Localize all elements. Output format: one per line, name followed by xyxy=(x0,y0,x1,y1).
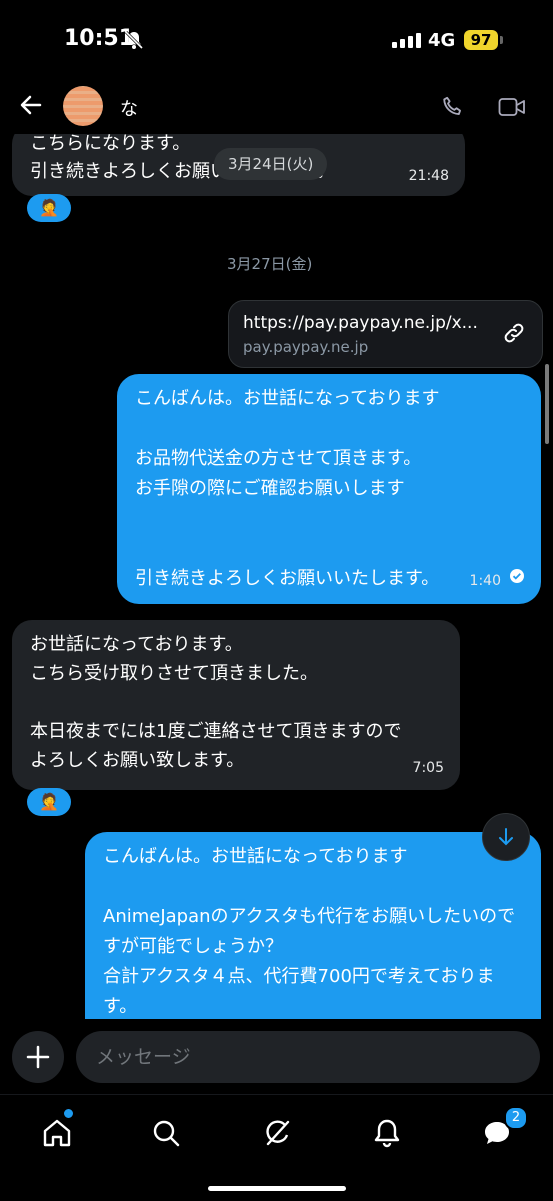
link-icon xyxy=(502,321,526,349)
message-list[interactable]: こちらになります。 引き続きよろしくお願いいたします。 21:48 3月24日(… xyxy=(0,134,553,1019)
chat-header: な xyxy=(0,80,553,134)
mute-bell-icon xyxy=(124,30,144,54)
message-time: 7:05 xyxy=(412,760,444,776)
message-text: こんばんは。お世話になっております AnimeJapanのアクスタも代行をお願い… xyxy=(103,846,516,1017)
reaction-emoji[interactable]: 🤦 xyxy=(27,194,71,222)
date-separator: 3月27日(金) xyxy=(227,255,313,273)
battery-level: 97 xyxy=(464,30,498,50)
add-attachment-button[interactable] xyxy=(12,1031,64,1083)
signal-icon xyxy=(392,33,421,48)
message-time: 21:48 xyxy=(408,168,449,184)
network-type: 4G xyxy=(428,30,456,51)
home-indicator xyxy=(208,1186,346,1191)
status-bar: 10:51 4G 97 xyxy=(0,0,553,80)
outgoing-message[interactable]: こんばんは。お世話になっております お品物代送金の方させて頂きます。 お手隙の際… xyxy=(117,374,541,604)
phone-icon[interactable] xyxy=(440,94,466,124)
message-text: お世話になっております。 こちら受け取りさせて頂きました。 本日夜までには1度ご… xyxy=(30,634,402,771)
link-url: https://pay.paypay.ne.jp/x... xyxy=(243,313,478,333)
avatar[interactable] xyxy=(63,86,103,126)
reaction-emoji[interactable]: 🤦 xyxy=(27,788,71,816)
back-arrow-icon[interactable] xyxy=(18,92,44,122)
notifications-bell-icon[interactable] xyxy=(367,1113,407,1153)
messages-badge: 2 xyxy=(504,1106,528,1130)
grok-icon[interactable] xyxy=(257,1113,297,1153)
incoming-message[interactable]: お世話になっております。 こちら受け取りさせて頂きました。 本日夜までには1度ご… xyxy=(12,620,460,790)
read-check-icon xyxy=(509,564,525,594)
link-domain: pay.paypay.ne.jp xyxy=(243,338,369,356)
date-pill: 3月24日(火) xyxy=(214,148,328,180)
message-input[interactable] xyxy=(76,1031,540,1083)
search-icon[interactable] xyxy=(146,1113,186,1153)
scrollbar[interactable] xyxy=(545,364,549,444)
contact-name[interactable]: な xyxy=(120,95,138,121)
video-call-icon[interactable] xyxy=(498,96,526,122)
battery-tip xyxy=(500,36,503,44)
link-preview-card[interactable]: https://pay.paypay.ne.jp/x... pay.paypay… xyxy=(228,300,543,368)
outgoing-message[interactable]: こんばんは。お世話になっております AnimeJapanのアクスタも代行をお願い… xyxy=(85,832,541,1019)
scroll-down-button[interactable] xyxy=(482,813,530,861)
message-text: こんばんは。お世話になっております お品物代送金の方させて頂きます。 お手隙の際… xyxy=(135,388,440,589)
composer xyxy=(0,1019,553,1094)
home-notification-dot xyxy=(62,1107,75,1120)
tab-bar xyxy=(0,1094,553,1201)
message-time: 1:40 xyxy=(469,573,501,589)
